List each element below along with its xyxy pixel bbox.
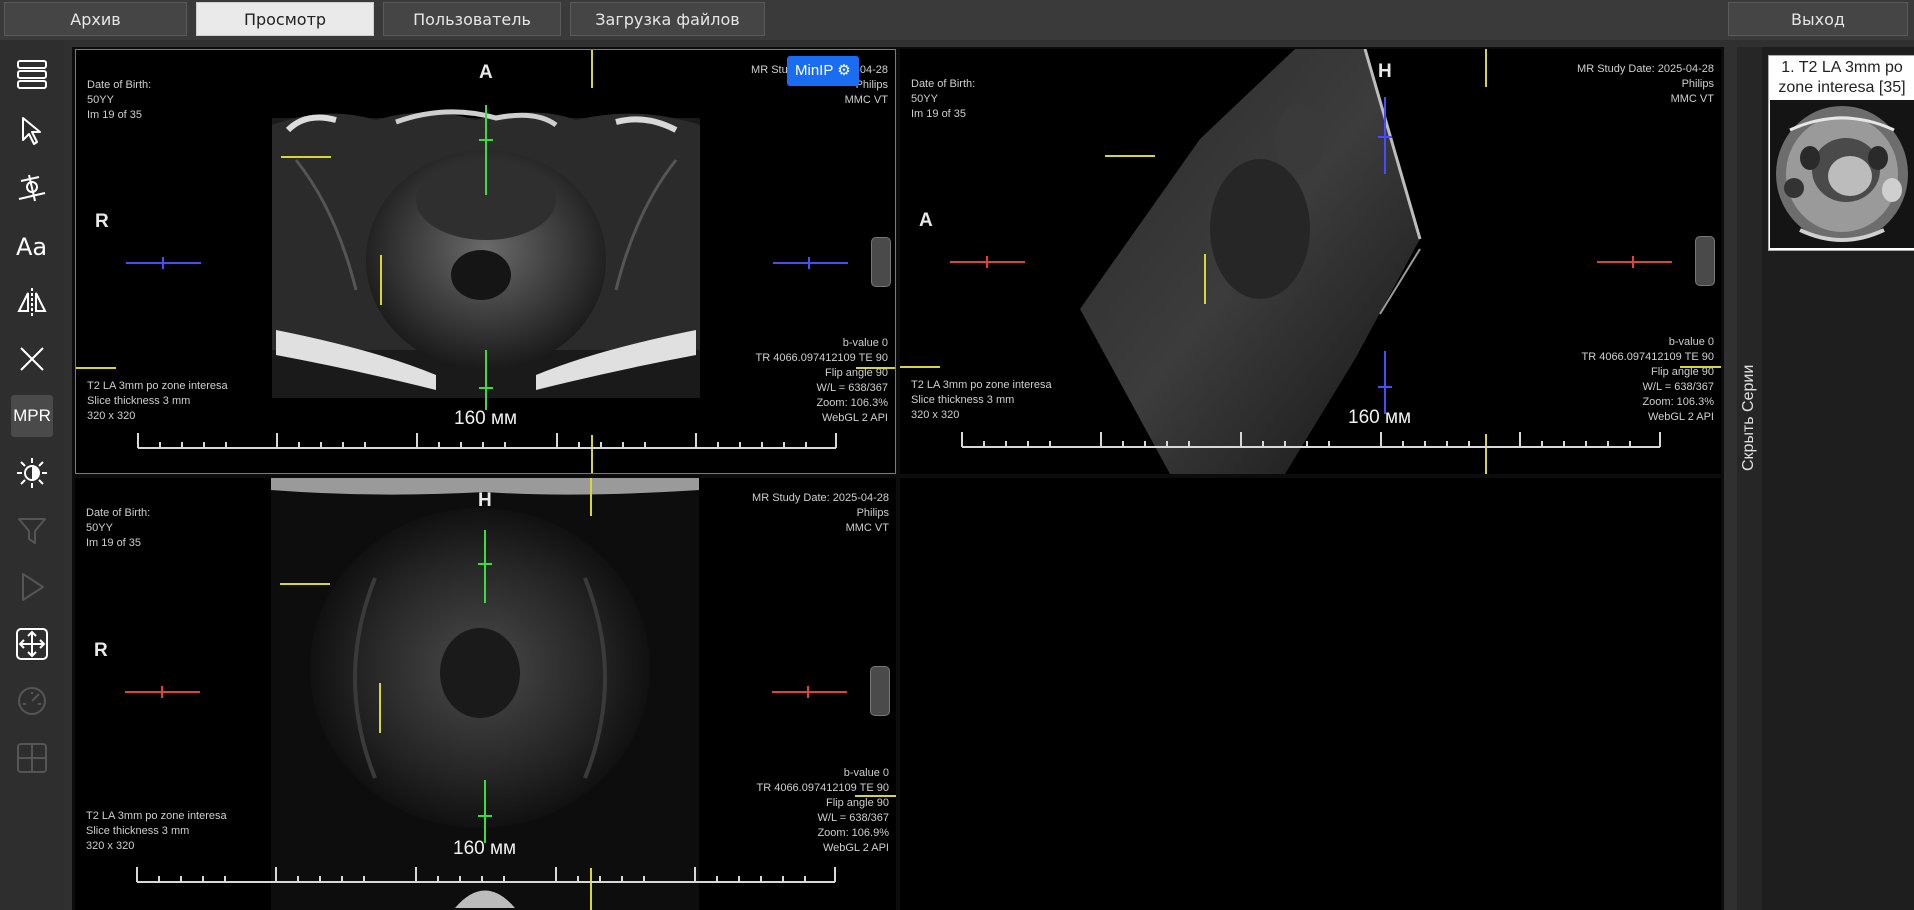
orientation-left: R: [94, 640, 108, 661]
matrix-size: 320 x 320: [911, 409, 960, 421]
orientation-top: A: [479, 62, 493, 83]
tr-te: TR 4066.097412109 TE 90: [1581, 351, 1714, 363]
slice-thickness: Slice thickness 3 mm: [911, 394, 1015, 406]
dob-label: Date of Birth:: [86, 507, 151, 519]
slice-thickness: Slice thickness 3 mm: [86, 825, 190, 837]
flip-icon[interactable]: [11, 281, 53, 323]
zoom-level: Zoom: 106.3%: [1642, 396, 1714, 408]
viewport-coronal[interactable]: Date of Birth: 50YY Im 19 of 35 MR Study…: [75, 478, 896, 910]
renderer: WebGL 2 API: [821, 412, 888, 424]
gear-icon: ⚙: [837, 62, 851, 79]
scale-label: 160 мм: [454, 408, 518, 429]
orientation-top: H: [478, 490, 492, 511]
tab-archive[interactable]: Архив: [4, 2, 187, 36]
matrix-size: 320 x 320: [86, 840, 135, 852]
patient-age: 50YY: [86, 522, 113, 534]
flip-angle: Flip angle 90: [826, 797, 889, 809]
tab-user[interactable]: Пользователь: [383, 2, 561, 36]
minip-button[interactable]: MinIP ⚙: [787, 56, 859, 86]
b-value: b-value 0: [843, 767, 889, 779]
fit-to-window-icon[interactable]: [11, 623, 53, 665]
mpr-button[interactable]: MPR: [11, 395, 53, 437]
viewport-sagittal[interactable]: Date of Birth: 50YY Im 19 of 35 MR Study…: [900, 49, 1721, 474]
scale-ruler: [137, 433, 837, 449]
image-index: Im 19 of 35: [911, 108, 967, 120]
exit-button[interactable]: Выход: [1728, 2, 1908, 36]
renderer: WebGL 2 API: [1647, 411, 1714, 423]
crosshair-tool-icon[interactable]: [11, 338, 53, 380]
tr-te: TR 4066.097412109 TE 90: [756, 782, 889, 794]
b-value: b-value 0: [1668, 336, 1714, 348]
manufacturer: Philips: [1681, 78, 1714, 90]
series-title: 1. T2 LA 3mm po zone interesa [35]: [1778, 59, 1906, 96]
tab-file-upload[interactable]: Загрузка файлов: [570, 2, 765, 36]
series-description: T2 LA 3mm po zone interesa: [911, 379, 1052, 391]
top-nav-bar: Архив Просмотр Пользователь Загрузка фай…: [0, 0, 1914, 40]
slice-scrollbar[interactable]: [1695, 236, 1715, 286]
manufacturer: Philips: [856, 507, 889, 519]
institution: MMC VT: [845, 522, 889, 534]
orientation-left: R: [95, 211, 109, 232]
dob-label: Date of Birth:: [87, 79, 152, 91]
window-level: W/L = 638/367: [1642, 381, 1714, 393]
image-index: Im 19 of 35: [87, 109, 143, 121]
flip-angle: Flip angle 90: [825, 367, 888, 379]
study-date: MR Study Date: 2025-04-28: [752, 492, 889, 504]
window-level: W/L = 638/367: [816, 382, 888, 394]
patient-age: 50YY: [911, 93, 938, 105]
grid-layout-icon: [11, 737, 53, 779]
pointer-icon[interactable]: [11, 110, 53, 152]
patient-age: 50YY: [87, 94, 114, 106]
viewport-area: Date of Birth: 50YY Im 19 of 35 MR Study…: [72, 47, 1724, 910]
series-description: T2 LA 3mm po zone interesa: [87, 380, 228, 392]
institution: MMC VT: [1670, 93, 1714, 105]
filter-icon: [11, 509, 53, 551]
orientation-left: A: [919, 210, 933, 231]
svg-text:Aa: Aa: [16, 233, 47, 261]
series-description: T2 LA 3mm po zone interesa: [86, 810, 227, 822]
manufacturer: Philips: [855, 79, 888, 91]
institution: MMC VT: [844, 94, 888, 106]
scale-ruler: [961, 432, 1661, 448]
scale-label: 160 мм: [1348, 407, 1412, 428]
series-panel: 1. T2 LA 3mm po zone interesa [35]: [1762, 47, 1914, 910]
b-value: b-value 0: [842, 337, 888, 349]
zoom-level: Zoom: 106.9%: [817, 827, 889, 839]
tab-viewer[interactable]: Просмотр: [196, 2, 374, 36]
viewport-axial[interactable]: Date of Birth: 50YY Im 19 of 35 MR Study…: [75, 49, 896, 474]
slice-scrollbar[interactable]: [870, 666, 890, 716]
image-index: Im 19 of 35: [86, 537, 142, 549]
orientation-top: H: [1378, 61, 1392, 82]
slice-thickness: Slice thickness 3 mm: [87, 395, 191, 407]
left-toolbar: Aa MPR: [0, 40, 64, 910]
scale-label: 160 мм: [453, 838, 517, 859]
viewport-empty[interactable]: [900, 478, 1721, 910]
renderer: WebGL 2 API: [822, 842, 889, 854]
layout-icon[interactable]: [11, 53, 53, 95]
dob-label: Date of Birth:: [911, 78, 976, 90]
flip-angle: Flip angle 90: [1651, 366, 1714, 378]
slice-scrollbar[interactable]: [871, 237, 891, 287]
tr-te: TR 4066.097412109 TE 90: [755, 352, 888, 364]
text-annotation-icon[interactable]: Aa: [11, 224, 53, 266]
window-level-icon[interactable]: [11, 452, 53, 494]
window-level: W/L = 638/367: [817, 812, 889, 824]
hide-series-strip[interactable]: [1737, 47, 1762, 910]
gauge-icon: [11, 680, 53, 722]
study-date: MR Study Date: 2025-04-28: [1577, 63, 1714, 75]
hide-series-button[interactable]: Скрыть Серии: [1740, 365, 1758, 471]
angle-measure-icon[interactable]: [11, 167, 53, 209]
matrix-size: 320 x 320: [87, 410, 136, 422]
zoom-level: Zoom: 106.3%: [816, 397, 888, 409]
mri-image-sagittal: [900, 49, 1721, 474]
play-icon: [11, 566, 53, 608]
series-thumbnail[interactable]: 1. T2 LA 3mm po zone interesa [35]: [1768, 55, 1914, 251]
series-preview-image: [1770, 100, 1914, 248]
